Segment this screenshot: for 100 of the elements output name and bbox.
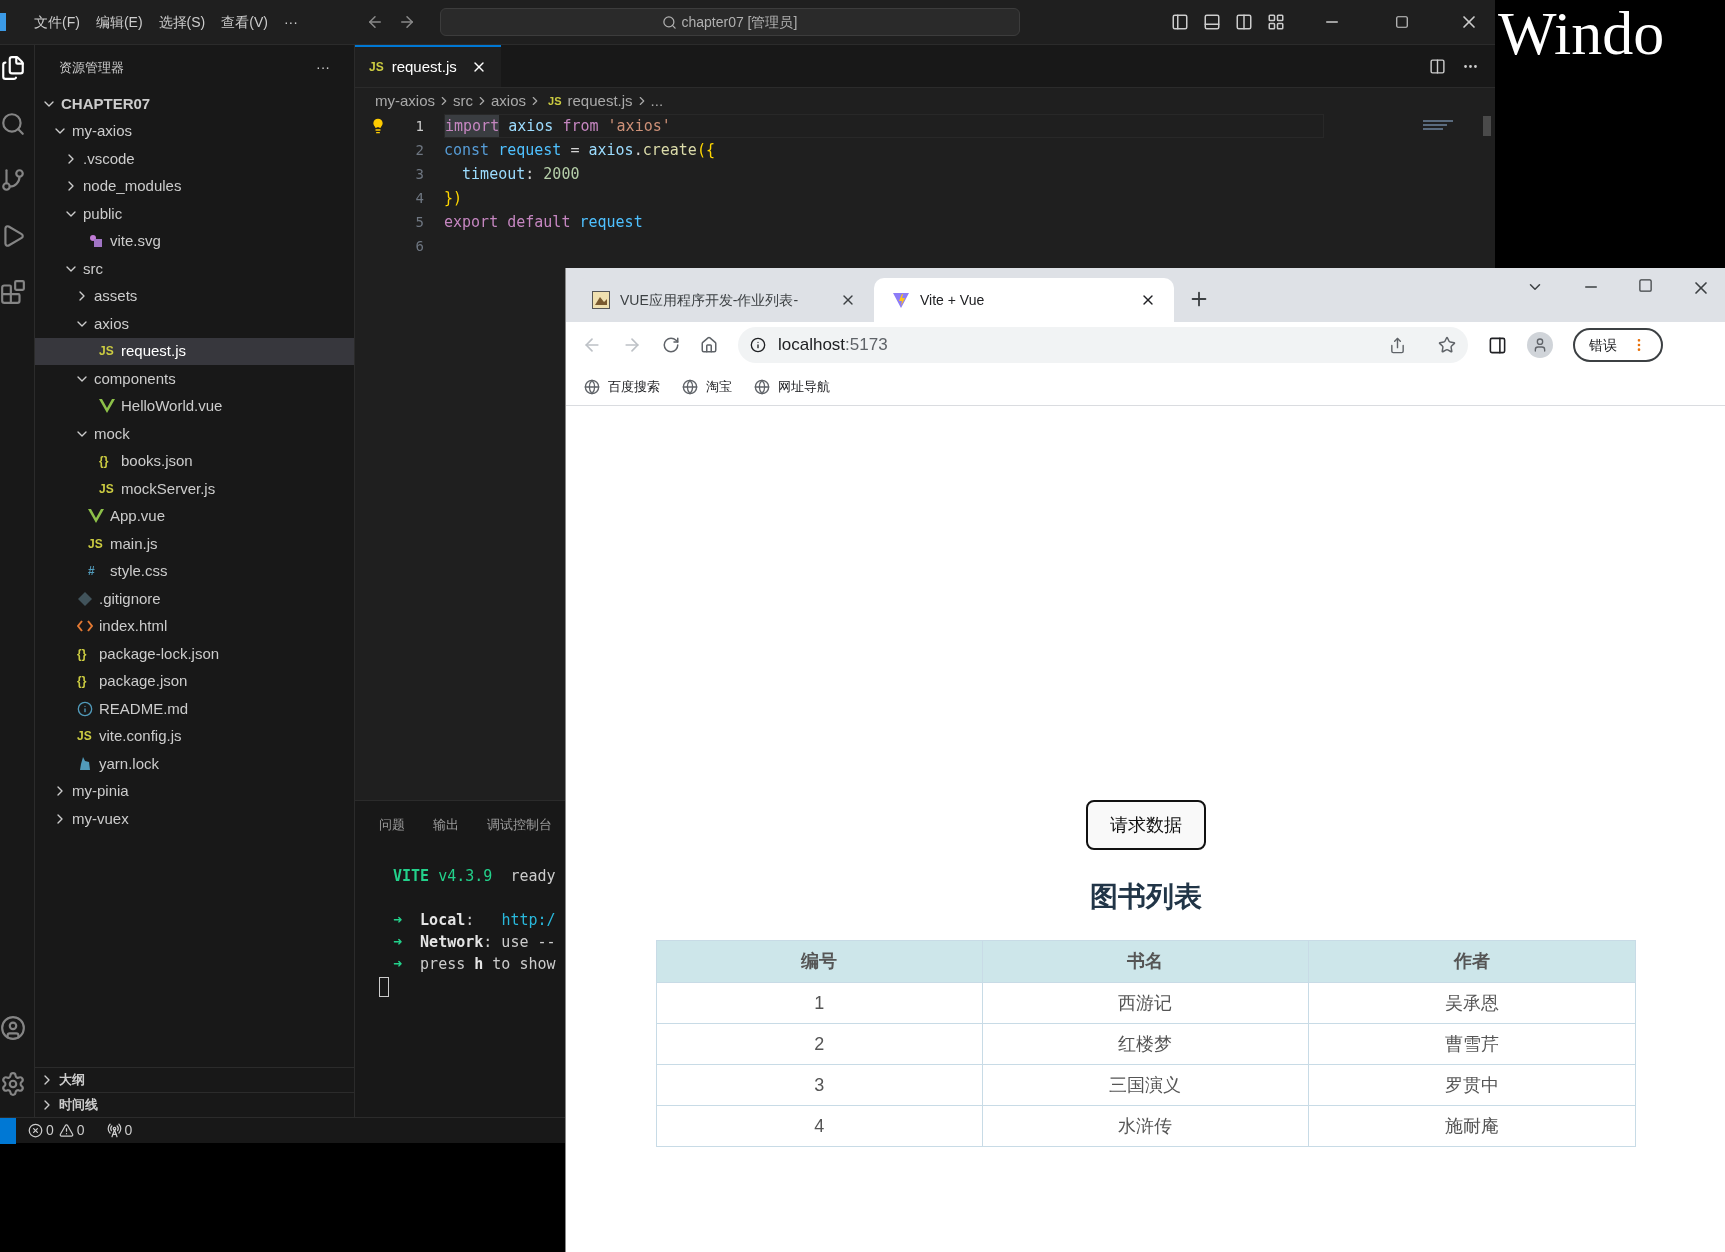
folder-row[interactable]: src xyxy=(35,255,354,283)
layout-grid-icon[interactable] xyxy=(1267,13,1285,31)
code-brackets-icon xyxy=(77,620,93,633)
folder-row[interactable]: my-pinia xyxy=(35,777,354,805)
error-button[interactable]: 错误 xyxy=(1573,328,1663,362)
address-bar[interactable]: localhost:5173 xyxy=(738,327,1468,363)
folder-row[interactable]: mock xyxy=(35,420,354,448)
files-icon[interactable] xyxy=(0,55,26,81)
browser-tab[interactable]: Vite + Vue xyxy=(874,278,1174,322)
tab-title: Vite + Vue xyxy=(920,290,986,310)
maximize-icon[interactable] xyxy=(1638,278,1653,293)
file-row[interactable]: HelloWorld.vue xyxy=(35,392,354,420)
share-icon[interactable] xyxy=(1389,336,1406,354)
file-row[interactable]: README.md xyxy=(35,695,354,723)
menu-item[interactable]: 查看(V) xyxy=(213,11,276,33)
tab-title: VUE应用程序开发-作业列表- xyxy=(620,290,800,310)
file-type-icon: JS xyxy=(88,534,106,553)
bookmark-link[interactable]: 淘宝 xyxy=(682,376,732,397)
file-row[interactable]: JS vite.config.js xyxy=(35,722,354,750)
folder-row[interactable]: axios xyxy=(35,310,354,338)
search-icon[interactable] xyxy=(0,111,26,137)
section-title: 大纲 xyxy=(59,1071,85,1090)
breadcrumb-item[interactable]: axios xyxy=(491,89,527,113)
folder-row[interactable]: my-vuex xyxy=(35,805,354,833)
file-type-icon: JS xyxy=(77,727,95,746)
error-icon[interactable] xyxy=(28,1123,43,1138)
v-shape-icon xyxy=(88,509,104,524)
lightbulb-icon[interactable] xyxy=(370,118,386,134)
side-panel-icon[interactable] xyxy=(1488,335,1507,355)
folder-row[interactable]: CHAPTER07 xyxy=(35,90,354,118)
account-icon[interactable] xyxy=(0,1015,26,1041)
tab-title: request.js xyxy=(391,56,457,77)
warning-icon[interactable] xyxy=(58,1123,74,1138)
error-count[interactable]: 0 xyxy=(46,1120,54,1141)
ports-count[interactable]: 0 xyxy=(124,1120,133,1141)
home-icon[interactable] xyxy=(700,336,718,354)
file-row[interactable]: index.html xyxy=(35,612,354,640)
panel-tab[interactable]: 问题 xyxy=(379,815,405,835)
sidebar-toggle-icon[interactable] xyxy=(1171,13,1189,31)
menu-item[interactable]: 选择(S) xyxy=(150,11,214,33)
section-header[interactable]: 大纲 xyxy=(35,1067,354,1092)
panel-tab[interactable]: 调试控制台 xyxy=(487,815,552,835)
table-cell: 吴承恩 xyxy=(1308,982,1635,1024)
file-name: style.css xyxy=(110,561,168,581)
profile-avatar[interactable] xyxy=(1527,332,1553,358)
terminal-line: VITE v4.3.9 ready xyxy=(393,866,557,887)
split-editor-icon[interactable] xyxy=(1429,57,1446,75)
menu-item[interactable]: 文件(F) xyxy=(26,11,88,33)
panel-toggle-icon[interactable] xyxy=(1203,13,1221,31)
blocks-icon[interactable] xyxy=(0,279,26,305)
folder-row[interactable]: assets xyxy=(35,282,354,310)
file-row[interactable]: {} books.json xyxy=(35,447,354,475)
code-line: timeout: 2000 xyxy=(461,163,581,185)
ports-icon[interactable] xyxy=(106,1123,122,1138)
branch-icon[interactable] xyxy=(0,167,26,193)
remote-button[interactable] xyxy=(0,1117,16,1144)
file-name: .gitignore xyxy=(99,588,161,609)
command-search-field[interactable]: chapter07 [管理员] xyxy=(439,8,1020,36)
folder-row[interactable]: my-axios xyxy=(35,117,354,145)
file-row[interactable]: JS request.js xyxy=(35,337,354,365)
line-number: 5 xyxy=(414,212,424,232)
file-row[interactable]: vite.svg xyxy=(35,227,354,255)
bookmark-link[interactable]: 百度搜索 xyxy=(584,376,660,397)
bookmark-link[interactable]: 网址导航 xyxy=(754,376,830,397)
file-row[interactable]: {} package.json xyxy=(35,667,354,695)
file-row[interactable]: App.vue xyxy=(35,502,354,530)
warning-count[interactable]: 0 xyxy=(76,1120,85,1141)
settings-icon[interactable] xyxy=(0,1071,26,1097)
editor-tab[interactable]: JS request.js xyxy=(355,45,501,87)
menu-item[interactable]: 编辑(E) xyxy=(87,11,151,33)
panel-tab[interactable]: 输出 xyxy=(433,815,459,835)
breadcrumb-item[interactable]: request.js xyxy=(567,89,633,113)
file-row[interactable]: .gitignore xyxy=(35,585,354,613)
file-row[interactable]: yarn.lock xyxy=(35,750,354,778)
folder-row[interactable]: components xyxy=(35,365,354,393)
file-row[interactable]: {} package-lock.json xyxy=(35,640,354,668)
file-row[interactable]: # style.css xyxy=(35,557,354,585)
file-type-icon: JS xyxy=(99,342,117,361)
file-row[interactable]: JS main.js xyxy=(35,530,354,558)
folder-row[interactable]: .vscode xyxy=(35,145,354,173)
table-cell: 3 xyxy=(656,1064,983,1106)
breadcrumb-item[interactable]: ... xyxy=(650,89,664,113)
file-name: App.vue xyxy=(110,506,166,526)
request-data-button[interactable]: 请求数据 xyxy=(1085,800,1206,850)
reload-icon[interactable] xyxy=(662,336,680,354)
file-name: vite.svg xyxy=(110,231,161,251)
file-name: request.js xyxy=(121,341,187,361)
menu-item[interactable]: ··· xyxy=(275,11,306,33)
bookmark-star-icon[interactable] xyxy=(1438,336,1456,354)
globe-icon xyxy=(584,378,600,395)
file-row[interactable]: JS mockServer.js xyxy=(35,475,354,503)
folder-row[interactable]: node_modules xyxy=(35,172,354,200)
file-type-icon: JS xyxy=(548,92,562,110)
breadcrumb-item[interactable]: src xyxy=(453,89,473,113)
breadcrumb-item[interactable]: my-axios xyxy=(375,89,435,113)
split-layout-icon[interactable] xyxy=(1235,13,1253,31)
scrollbar-thumb[interactable] xyxy=(1483,116,1491,136)
folder-row[interactable]: public xyxy=(35,200,354,228)
file-name: package.json xyxy=(99,671,188,691)
more-actions[interactable]: ··· xyxy=(316,57,330,78)
